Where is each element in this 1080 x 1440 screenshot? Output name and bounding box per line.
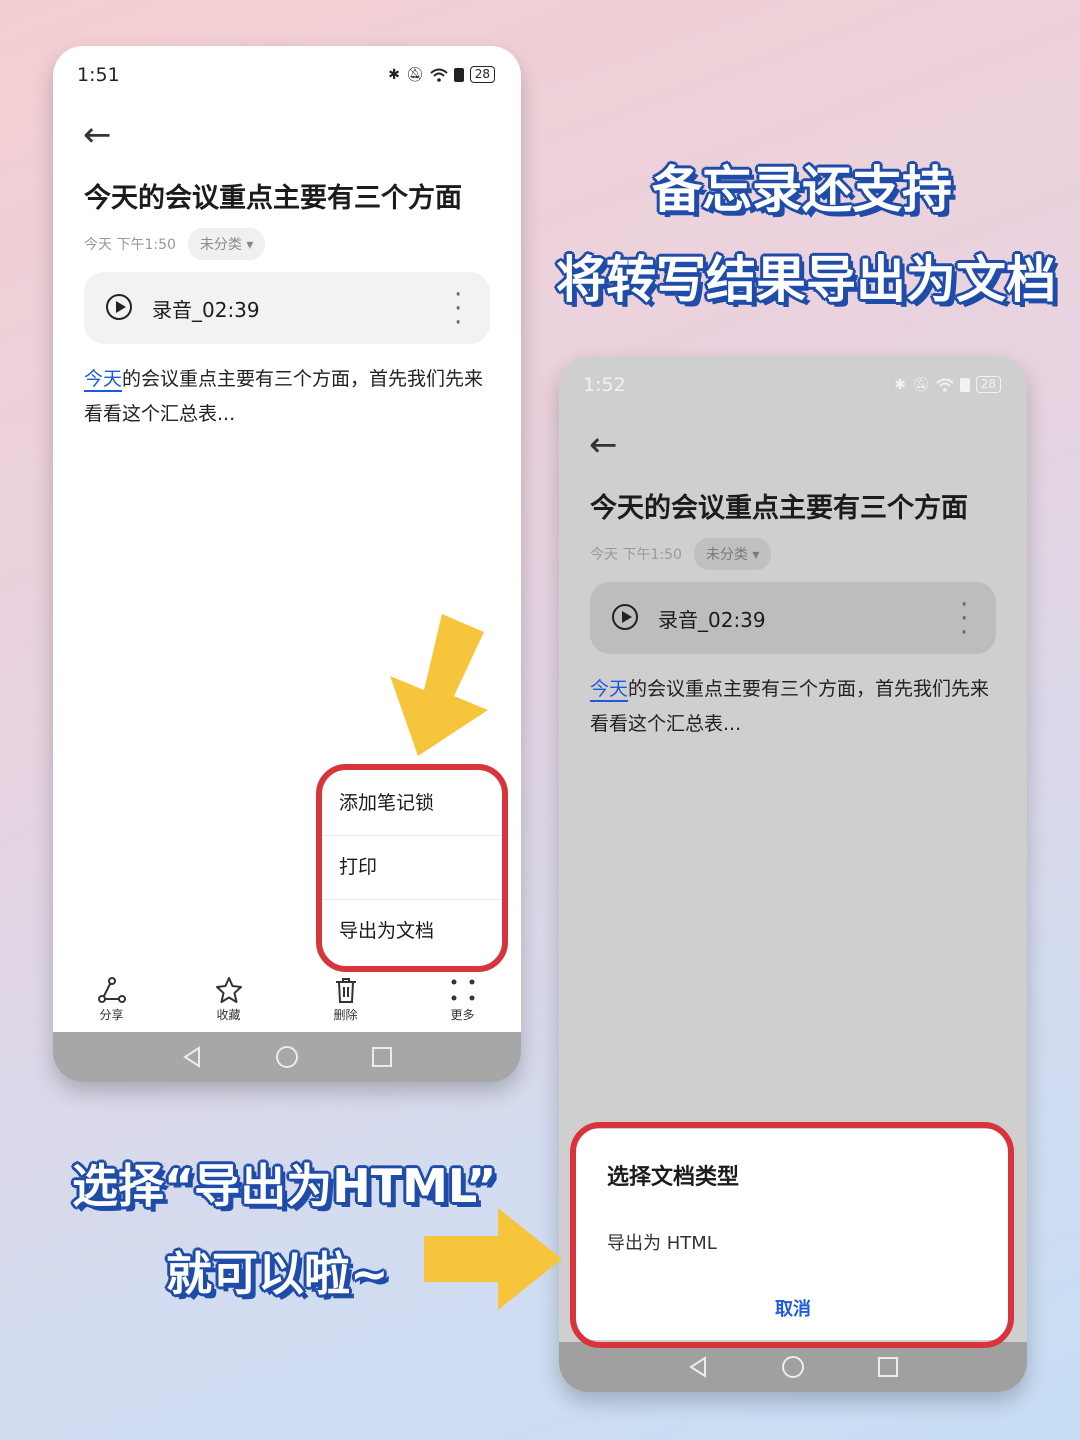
caret-down-icon: ▾: [246, 237, 254, 253]
more-button[interactable]: 更多: [423, 976, 503, 1023]
highlighted-word: 今天: [590, 678, 629, 702]
yellow-arrow-right-icon: [424, 1208, 562, 1310]
highlight-box-sheet: [570, 1122, 1014, 1348]
wifi-icon: [936, 378, 954, 392]
recording-label: 录音_02:39: [152, 298, 260, 322]
system-nav-bar: [53, 1032, 521, 1082]
nav-home-icon[interactable]: [275, 1045, 299, 1069]
caption-top-line1: 备忘录还支持: [652, 161, 952, 219]
status-time: 1:51: [77, 64, 120, 86]
more-vertical-icon[interactable]: · · ·: [960, 592, 968, 646]
back-arrow-icon[interactable]: ←: [589, 428, 618, 462]
bluetooth-icon: ✱: [388, 66, 400, 83]
highlighted-word: 今天: [84, 368, 123, 392]
more-dots-icon: [451, 979, 474, 1000]
nav-recents-icon[interactable]: [877, 1356, 899, 1378]
nav-back-icon[interactable]: [181, 1046, 203, 1068]
recording-label: 录音_02:39: [658, 608, 766, 632]
audio-recording-card[interactable]: 录音_02:39 · · ·: [590, 582, 996, 654]
share-icon: [97, 976, 126, 1003]
mute-bell-icon: 🔕︎: [405, 66, 424, 83]
nav-home-icon[interactable]: [781, 1355, 805, 1379]
caret-down-icon: ▾: [752, 547, 760, 563]
audio-recording-card[interactable]: 录音_02:39 · · ·: [84, 272, 490, 344]
nav-recents-icon[interactable]: [371, 1046, 393, 1068]
bottom-toolbar: 分享 收藏 删除 更多: [53, 966, 521, 1032]
yellow-arrow-down-icon: [390, 614, 488, 756]
status-bar: 1:52 ✱ 🔕︎ 28: [559, 356, 1027, 416]
caption-bottom-line2: 就可以啦~: [166, 1247, 389, 1301]
note-date: 今天 下午1:50: [84, 237, 176, 253]
mute-bell-icon: 🔕︎: [911, 376, 930, 393]
highlight-box-menu: [316, 764, 508, 972]
favorite-button[interactable]: 收藏: [189, 976, 269, 1023]
category-dropdown[interactable]: 未分类 ▾: [693, 538, 772, 570]
battery-icon: 28: [975, 376, 1001, 393]
star-icon: [215, 976, 242, 1003]
note-title: 今天的会议重点主要有三个方面: [84, 183, 462, 214]
share-button[interactable]: 分享: [72, 976, 152, 1023]
nfc-icon: [959, 377, 970, 392]
bluetooth-icon: ✱: [894, 376, 906, 393]
status-bar: 1:51 ✱ 🔕︎ 28: [53, 46, 521, 106]
play-icon[interactable]: [106, 294, 132, 320]
back-arrow-icon[interactable]: ←: [83, 118, 112, 152]
note-title: 今天的会议重点主要有三个方面: [590, 493, 968, 524]
note-body[interactable]: 今天的会议重点主要有三个方面，首先我们先来看看这个汇总表...: [590, 672, 1000, 742]
delete-button[interactable]: 删除: [306, 976, 386, 1023]
category-dropdown[interactable]: 未分类 ▾: [187, 228, 266, 260]
play-icon[interactable]: [612, 604, 638, 630]
status-time: 1:52: [583, 374, 626, 396]
nav-back-icon[interactable]: [687, 1356, 709, 1378]
wifi-icon: [430, 68, 448, 82]
note-date: 今天 下午1:50: [590, 547, 682, 563]
system-nav-bar: [559, 1342, 1027, 1392]
nfc-icon: [453, 67, 464, 82]
more-vertical-icon[interactable]: · · ·: [454, 282, 462, 336]
note-body[interactable]: 今天的会议重点主要有三个方面，首先我们先来看看这个汇总表...: [84, 362, 494, 432]
battery-icon: 28: [469, 66, 495, 83]
trash-icon: [335, 977, 356, 1003]
caption-top-line2: 将转写结果导出为文档: [556, 251, 1056, 309]
